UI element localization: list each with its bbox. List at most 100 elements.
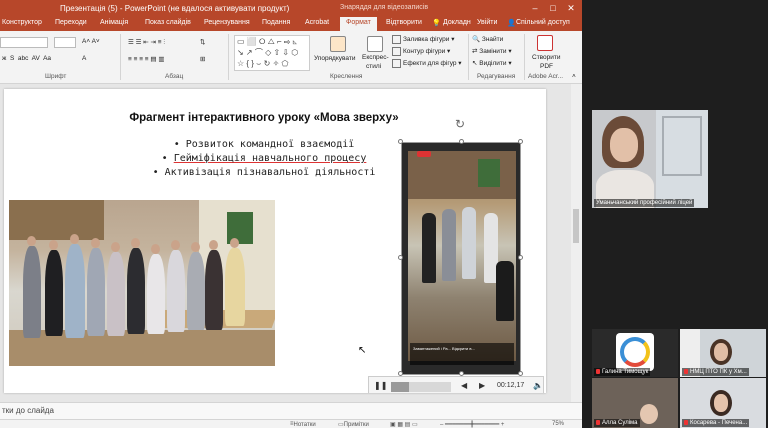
video-person	[496, 261, 514, 321]
separator	[228, 34, 229, 80]
volume-icon[interactable]: 🔈	[533, 381, 543, 390]
group-adobe-label: Adobe Acr...	[528, 73, 564, 80]
participant-name-text: Косарева - Печена...	[690, 420, 748, 426]
pause-button[interactable]: ❚❚	[374, 381, 387, 390]
pdf-icon[interactable]	[537, 35, 553, 51]
close-icon[interactable]: ✕	[564, 2, 578, 15]
participant-tile[interactable]: Уманьчанський професійний ліцей	[592, 110, 708, 208]
participant-tile[interactable]: НМЦ ПТО ПК у Хм...	[680, 329, 766, 377]
shape-outline-button[interactable]: Контур фігури ▾	[392, 47, 450, 56]
share-button[interactable]: Спільний доступ	[516, 19, 570, 26]
video-background	[662, 116, 702, 176]
participant-name: Косарева - Печена...	[682, 418, 750, 427]
progress-bar[interactable]	[391, 382, 451, 392]
slide-title[interactable]: Фрагмент інтерактивного уроку «Мова звер…	[4, 112, 524, 124]
align-icon[interactable]: ≡ ≡ ≡ ≡ ▤ ▥	[128, 55, 164, 63]
forward-icon[interactable]: ▶	[479, 381, 485, 390]
tab-view[interactable]: Подання	[262, 19, 290, 26]
tab-acrobat[interactable]: Acrobat	[305, 19, 329, 26]
bullet-text: Розвиток командної взаємодії	[185, 139, 355, 150]
grow-font-icon[interactable]: A˄ A˅	[82, 38, 100, 45]
find-button[interactable]: 🔍 Знайти	[472, 35, 503, 43]
replace-button[interactable]: ⇄ Замінити ▾	[472, 47, 512, 55]
participant-name: Уманьчанський професійний ліцей	[594, 199, 695, 207]
group-photo[interactable]	[9, 200, 275, 366]
create-pdf-label-1[interactable]: Створити	[532, 54, 561, 61]
notes-toggle[interactable]: ≡ Нотатки	[290, 421, 316, 428]
smartart-icon[interactable]: ⊞	[200, 55, 205, 63]
tab-format[interactable]: Формат	[340, 17, 377, 31]
comments-toggle[interactable]: ▭ Примітки	[338, 421, 369, 428]
tab-playback[interactable]: Відтворити	[386, 19, 422, 26]
resize-handle[interactable]	[398, 255, 403, 260]
text-direction-icon[interactable]: ⇅	[200, 38, 205, 46]
participant-tile[interactable]: Алла Суліма	[592, 378, 678, 428]
tab-help[interactable]: Докладн	[443, 19, 471, 26]
group-drawing-label: Креслення	[330, 73, 363, 80]
resize-handle[interactable]	[459, 139, 464, 144]
vertical-scrollbar[interactable]	[571, 84, 582, 402]
arrange-button[interactable]: Упорядкувати	[314, 55, 355, 62]
arrange-icon[interactable]	[330, 36, 346, 52]
photo-person	[167, 250, 185, 332]
resize-handle[interactable]	[518, 139, 523, 144]
share-icon[interactable]: 👤	[507, 19, 516, 27]
slide-canvas[interactable]: Фрагмент інтерактивного уроку «Мова звер…	[4, 89, 546, 393]
bullet-item[interactable]: • Активізація пізнавальної діяльності	[104, 167, 424, 178]
participant-name-text: Галина Тимощук	[602, 369, 649, 375]
rotate-handle-icon[interactable]: ↻	[455, 117, 465, 131]
scroll-thumb[interactable]	[573, 209, 579, 243]
font-name-box[interactable]	[0, 37, 48, 48]
resize-handle[interactable]	[518, 255, 523, 260]
participant-tile[interactable]: Косарева - Печена...	[680, 378, 766, 428]
bullet-item[interactable]: • Розвиток командної взаємодії	[104, 139, 424, 150]
photo-wall	[9, 200, 104, 240]
bullet-text: Активізація пізнавальної діяльності	[164, 167, 376, 178]
participant-name-text: НМЦ ПТО ПК у Хм...	[690, 369, 747, 375]
font-size-box[interactable]	[54, 37, 76, 48]
window-title: Презентація (5) - PowerPoint (не вдалося…	[60, 4, 290, 13]
title-bar: Презентація (5) - PowerPoint (не вдалося…	[0, 0, 582, 17]
shapes-gallery[interactable]: ▭ ⬜ ⭘ △ ⌐ ⇨ ◺ ↘ ↗ ⌒ ◇ ⇧ ⇩ ⬡ ☆ { } ⌣ ↻ ✧ ⬠	[234, 35, 310, 71]
group-paragraph-label: Абзац	[165, 73, 184, 80]
view-buttons[interactable]: ▣ ▦ ▤ ▭	[390, 421, 418, 428]
participant-face	[640, 404, 658, 424]
quick-styles-label-1[interactable]: Експрес-	[362, 54, 389, 61]
comments-toggle-label: Примітки	[343, 422, 369, 428]
strike-icon[interactable]: ж S abc AV Aa	[2, 55, 51, 62]
photo-person	[65, 244, 85, 338]
photo-person	[23, 246, 41, 338]
collapse-ribbon-icon[interactable]: ˄	[572, 73, 576, 80]
tab-review[interactable]: Рецензування	[204, 19, 250, 26]
ribbon-tabs: Конструктор Переходи Анімація Показ слай…	[0, 17, 582, 31]
help-icon[interactable]: 💡	[432, 19, 441, 27]
notes-pane[interactable]: тки до слайда	[0, 402, 582, 419]
video-frame[interactable]: Завантажений і Ра... Відкрити в...	[401, 142, 521, 375]
tab-slideshow[interactable]: Показ слайдів	[145, 19, 191, 26]
select-button[interactable]: ↖ Виділити ▾	[472, 59, 512, 67]
font-color-icon[interactable]: A	[82, 55, 86, 62]
mic-muted-icon	[684, 419, 688, 425]
zoom-level[interactable]: 75%	[552, 421, 564, 427]
quick-styles-icon[interactable]	[367, 36, 383, 52]
participant-tile[interactable]: Галина Тимощук	[592, 329, 678, 377]
bullet-item[interactable]: • Гейміфікація навчального процесу	[104, 153, 424, 164]
create-pdf-label-2[interactable]: PDF	[540, 63, 553, 70]
quick-styles-label-2[interactable]: стилі	[366, 63, 381, 70]
tab-transitions[interactable]: Переходи	[55, 19, 87, 26]
minimize-icon[interactable]: –	[528, 2, 542, 15]
shape-fill-button[interactable]: Заливка фігури ▾	[392, 35, 455, 44]
zoom-slider[interactable]: – ━━━━━━━╋━━━━━━━ +	[440, 421, 504, 428]
photo-head	[111, 242, 120, 252]
participant-face	[610, 128, 638, 162]
resize-handle[interactable]	[398, 139, 403, 144]
maximize-icon[interactable]: □	[546, 2, 560, 15]
signin-link[interactable]: Увійти	[477, 19, 497, 26]
rewind-icon[interactable]: ◀	[461, 381, 467, 390]
photo-head	[49, 240, 58, 250]
photo-head	[209, 240, 218, 250]
shape-effects-button[interactable]: Ефекти для фігур ▾	[392, 59, 462, 68]
tab-design[interactable]: Конструктор	[2, 19, 42, 26]
bullets-icon[interactable]: ☰ ☰ ⇤ ⇥ ≡ ⫶	[128, 38, 165, 47]
tab-animation[interactable]: Анімація	[100, 19, 128, 26]
